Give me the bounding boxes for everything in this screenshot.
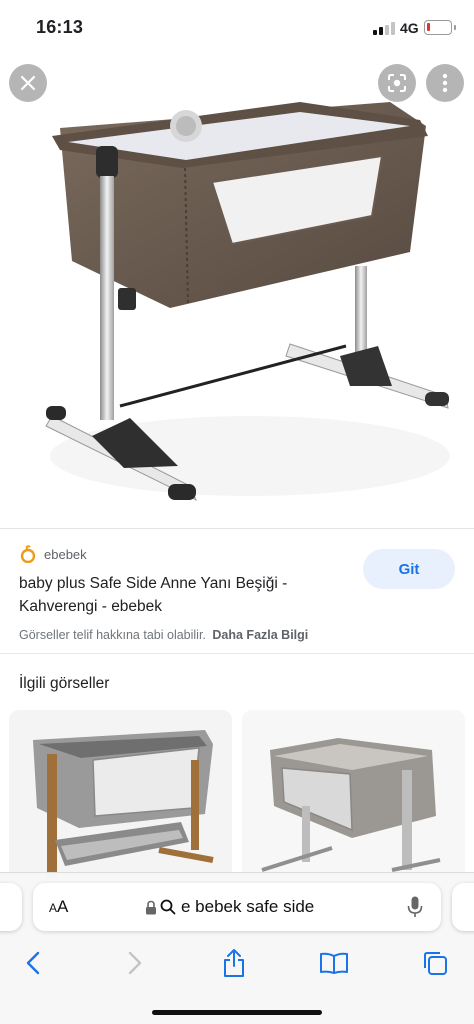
bookmarks-button[interactable]: [317, 946, 351, 980]
more-vert-icon: [442, 73, 448, 93]
tabs-icon: [424, 952, 447, 975]
signal-icon: [373, 22, 395, 35]
bookmarks-icon: [320, 952, 348, 974]
forward-button[interactable]: [118, 946, 152, 980]
browser-toolbar: AA e bebek safe side: [0, 872, 474, 1024]
reader-aa-button[interactable]: AA: [49, 897, 68, 917]
battery-cap: [454, 25, 456, 30]
tabs-button[interactable]: [418, 946, 452, 980]
address-bar[interactable]: AA e bebek safe side: [33, 883, 441, 931]
lock-icon: [146, 900, 156, 914]
close-button[interactable]: [9, 64, 47, 102]
battery-icon: [424, 20, 452, 35]
url-display[interactable]: e bebek safe side: [145, 895, 314, 919]
mic-button[interactable]: [407, 895, 423, 924]
more-options-button[interactable]: [426, 64, 464, 102]
visit-button[interactable]: Git: [363, 549, 455, 589]
related-crib-image-2: [261, 738, 441, 872]
close-icon: [20, 75, 36, 91]
related-images-heading: İlgili görseller: [19, 675, 110, 692]
more-info-link[interactable]: Daha Fazla Bilgi: [212, 628, 308, 642]
source-row[interactable]: ebebek: [19, 545, 87, 563]
network-type: 4G: [400, 20, 419, 36]
related-image-1[interactable]: [9, 710, 232, 885]
share-button[interactable]: [217, 946, 251, 980]
previous-tab-peek[interactable]: [0, 883, 22, 931]
share-icon: [224, 949, 244, 977]
status-time: 16:13: [36, 17, 84, 37]
back-icon: [26, 951, 40, 975]
search-icon: [160, 899, 176, 915]
home-indicator: [152, 1010, 322, 1015]
related-crib-image: [33, 730, 214, 879]
copyright-notice: Görseller telif hakkına tabi olabilir. D…: [19, 628, 308, 642]
related-image-2[interactable]: [242, 710, 465, 885]
copyright-text: Görseller telif hakkına tabi olabilir.: [19, 628, 206, 642]
back-button[interactable]: [16, 946, 50, 980]
ebebek-logo-icon: [20, 545, 36, 563]
page-title[interactable]: baby plus Safe Side Anne Yanı Beşiği - K…: [19, 572, 339, 618]
product-image[interactable]: [0, 56, 474, 528]
status-bar: 16:13 4G: [0, 0, 474, 56]
lens-icon: [388, 74, 406, 92]
image-viewer: [0, 56, 474, 528]
forward-icon: [128, 951, 142, 975]
source-site-name: ebebek: [44, 546, 87, 562]
next-tab-peek[interactable]: [452, 883, 474, 931]
source-card: ebebek baby plus Safe Side Anne Yanı Beş…: [0, 528, 474, 654]
lens-button[interactable]: [378, 64, 416, 102]
mic-icon: [407, 896, 423, 917]
url-text: e bebek safe side: [181, 897, 315, 916]
